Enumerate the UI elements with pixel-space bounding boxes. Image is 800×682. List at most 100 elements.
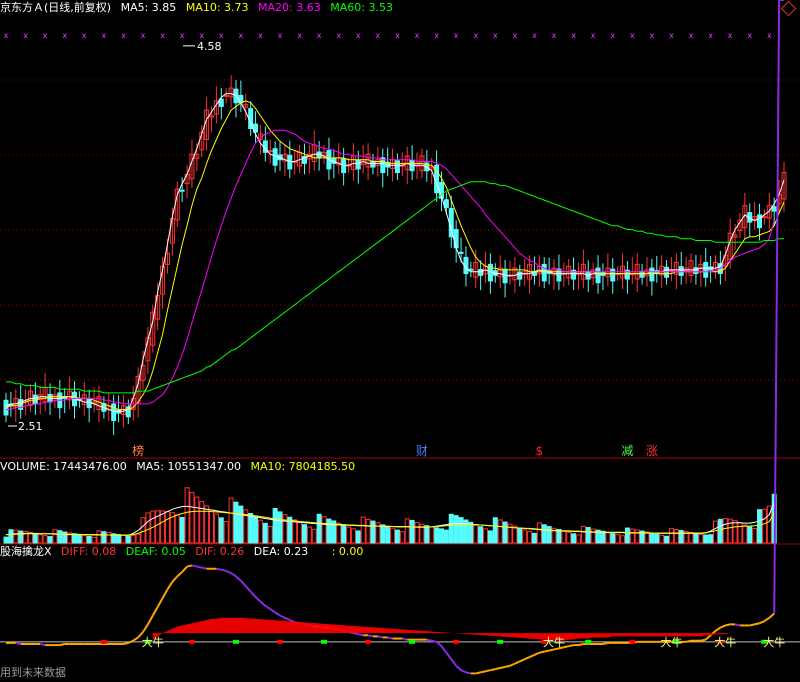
dif-line-segment: [191, 564, 198, 568]
dif-line-segment: [568, 644, 574, 648]
signal-mark: x: [630, 31, 635, 40]
volume-bar: [752, 528, 758, 544]
volume-bar: [365, 518, 371, 544]
signal-label: 大牛: [543, 635, 565, 649]
volume-bar: [253, 516, 259, 544]
volume-bar: [566, 531, 572, 544]
volume-bar: [473, 524, 479, 544]
volume-bar: [385, 526, 391, 544]
volume-bar: [610, 533, 616, 544]
volume-bar: [174, 514, 180, 544]
volume-bar: [238, 505, 244, 544]
candle-body: [761, 216, 767, 219]
low-label: 2.51: [18, 420, 43, 433]
dif-line-segment: [235, 575, 242, 582]
dif-line-segment: [445, 652, 453, 660]
volume-bar: [189, 492, 195, 544]
dif-line-segment: [544, 649, 550, 653]
candle-body: [771, 206, 777, 212]
volume-bar: [32, 532, 38, 544]
vol-ma10-value: MA10: 7804185.50: [250, 460, 356, 473]
chart-canvas[interactable]: 4.58 2.51 x x x x x x x x x x x x x x x x x x x x x x x x x x x x x x x x…: [0, 0, 800, 682]
signal-mark: x: [669, 31, 674, 40]
signal-mark: x: [415, 31, 420, 40]
volume-bar: [8, 529, 14, 544]
volume-bar: [620, 535, 626, 544]
signal-mark: x: [610, 31, 615, 40]
candle-body: [610, 268, 616, 282]
dif-line-segment: [132, 636, 139, 642]
volume-bar: [527, 531, 533, 544]
dif-line-segment: [485, 669, 491, 673]
dif-line-segment: [499, 665, 506, 669]
dif-line-segment: [230, 572, 237, 578]
volume-bar: [91, 536, 97, 544]
volume-bar: [321, 516, 327, 544]
volume-bar: [649, 532, 655, 544]
signal-mark: x: [395, 31, 400, 40]
signal-square: [188, 639, 195, 644]
signal-mark: x: [23, 31, 28, 40]
stock-title: 京东方Ａ(日线,前复权): [0, 1, 112, 14]
signal-mark: x: [141, 31, 146, 40]
kline-chart-window: 4.58 2.51 x x x x x x x x x x x x x x x x x x x x x x x x x x x x x x x x…: [0, 0, 800, 682]
candle-body: [458, 251, 464, 254]
volume-bar: [600, 530, 606, 544]
volume-bar: [184, 487, 190, 544]
volume-bar: [355, 530, 361, 544]
signal-mark: x: [728, 31, 733, 40]
volume-bar: [101, 531, 107, 544]
candle-body: [111, 403, 117, 421]
dif-line-segment: [475, 671, 481, 675]
event-marker: $: [536, 444, 544, 458]
volume-bar: [492, 517, 498, 544]
volume-bar: [96, 530, 102, 544]
volume-bar: [164, 511, 170, 544]
volume-bar: [42, 535, 48, 544]
ma10-value: MA10: 3.73: [185, 1, 249, 14]
volume-bar: [409, 519, 415, 544]
signal-square: [365, 639, 372, 644]
dif-line-segment: [435, 641, 443, 647]
candle-body: [287, 154, 293, 170]
dif-line-segment: [171, 575, 179, 583]
dea-value: DEA: 0.23: [253, 545, 309, 558]
candle-body: [370, 160, 376, 168]
signal-square: [232, 639, 239, 644]
dif-line-segment: [166, 581, 174, 590]
volume-bar: [47, 536, 53, 544]
volume-header: VOLUME: 17443476.00 MA5: 10551347.00 MA1…: [0, 460, 361, 474]
volume-bar: [194, 496, 200, 544]
signal-square: [585, 639, 592, 644]
volume-bar: [306, 526, 312, 544]
volume-bar: [458, 517, 464, 544]
volume-bar: [517, 527, 523, 544]
dif-line-segment: [196, 565, 202, 569]
volume-bar: [233, 501, 239, 544]
candle-body: [223, 94, 229, 97]
dif-line-segment: [509, 662, 516, 667]
signal-mark: x: [101, 31, 106, 40]
signal-mark: x: [689, 31, 694, 40]
volume-bar: [282, 514, 288, 544]
dif-line-segment: [700, 638, 706, 642]
volume-bar: [556, 529, 562, 544]
signal-mark: x: [591, 31, 596, 40]
signal-label: 大牛: [714, 635, 736, 649]
dif-line-segment: [181, 565, 188, 573]
candle-body: [478, 269, 484, 276]
dif-line-segment: [377, 635, 383, 639]
volume-bar: [350, 528, 356, 544]
volume-bar: [742, 524, 748, 544]
dif-line-segment: [402, 637, 408, 641]
signal-mark: x: [278, 31, 283, 40]
dif-line-segment: [353, 632, 359, 636]
dif-line-segment: [59, 643, 65, 647]
volume-bar: [248, 512, 254, 544]
signal-mark: x: [767, 31, 772, 40]
signal-square: [100, 639, 107, 644]
extra-value: : 0.00: [331, 545, 364, 558]
dif-line-segment: [754, 622, 760, 626]
volume-bar: [130, 534, 136, 544]
volume-bar: [341, 524, 347, 544]
